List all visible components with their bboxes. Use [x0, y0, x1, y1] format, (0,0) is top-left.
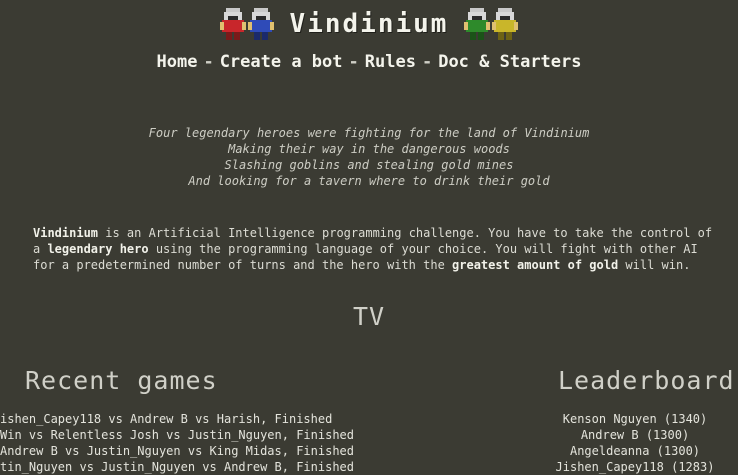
- site-header: Vindinium: [0, 6, 738, 42]
- intro-bold-greatest-gold: greatest amount of gold: [452, 258, 619, 272]
- nav-separator: -: [203, 52, 214, 72]
- red-hero-icon: [219, 8, 246, 40]
- nav-separator: -: [348, 52, 359, 72]
- intro-poem: Four legendary heroes were fighting for …: [0, 125, 738, 189]
- poem-line: Slashing goblins and stealing gold mines: [224, 158, 514, 172]
- poem-line: Making their way in the dangerous woods: [228, 142, 510, 156]
- intro-paragraph: Vindinium is an Artificial Intelligence …: [33, 225, 713, 273]
- leaderboard-entry[interactable]: Andrew B (1300): [540, 427, 730, 443]
- hero-group-right: [464, 8, 519, 40]
- green-hero-icon: [464, 8, 491, 40]
- site-title[interactable]: Vindinium: [290, 9, 449, 39]
- tv-heading: TV: [352, 302, 386, 331]
- leaderboard-entry[interactable]: Jishen_Capey118 (1283): [540, 459, 730, 475]
- recent-games-list: ishen_Capey118 vs Andrew B vs Harish, Fi…: [0, 411, 370, 475]
- nav-rules-link[interactable]: Rules: [365, 52, 416, 72]
- nav-home-link[interactable]: Home: [156, 52, 197, 72]
- recent-games-heading: Recent games: [25, 366, 218, 395]
- nav-create-bot-link[interactable]: Create a bot: [220, 52, 343, 72]
- hero-group-left: [219, 8, 274, 40]
- blue-hero-icon: [247, 8, 274, 40]
- recent-game-link[interactable]: Win vs Relentless Josh vs Justin_Nguyen,…: [0, 427, 370, 443]
- leaderboard-entry[interactable]: Angeldeanna (1300): [540, 443, 730, 459]
- main-nav: Home - Create a bot - Rules - Doc & Starters: [0, 52, 738, 72]
- recent-game-link[interactable]: Andrew B vs Justin_Nguyen vs King Midas,…: [0, 443, 370, 459]
- leaderboard-entry[interactable]: Kenson Nguyen (1340): [540, 411, 730, 427]
- intro-bold-vindinium: Vindinium: [33, 226, 99, 240]
- leaderboard-list: Kenson Nguyen (1340) Andrew B (1300) Ang…: [540, 411, 730, 475]
- recent-game-link[interactable]: tin_Nguyen vs Justin_Nguyen vs Andrew B,…: [0, 459, 370, 475]
- poem-line: Four legendary heroes were fighting for …: [148, 126, 590, 140]
- leaderboard-heading: Leaderboard: [558, 366, 735, 395]
- nav-separator: -: [421, 52, 433, 72]
- yellow-hero-icon: [492, 8, 519, 40]
- nav-doc-starters-link[interactable]: Doc & Starters: [438, 52, 581, 72]
- intro-bold-legendary-hero: legendary hero: [47, 242, 149, 256]
- intro-text: will win.: [618, 258, 691, 272]
- recent-game-link[interactable]: ishen_Capey118 vs Andrew B vs Harish, Fi…: [0, 411, 370, 427]
- poem-line: And looking for a tavern where to drink …: [188, 174, 550, 188]
